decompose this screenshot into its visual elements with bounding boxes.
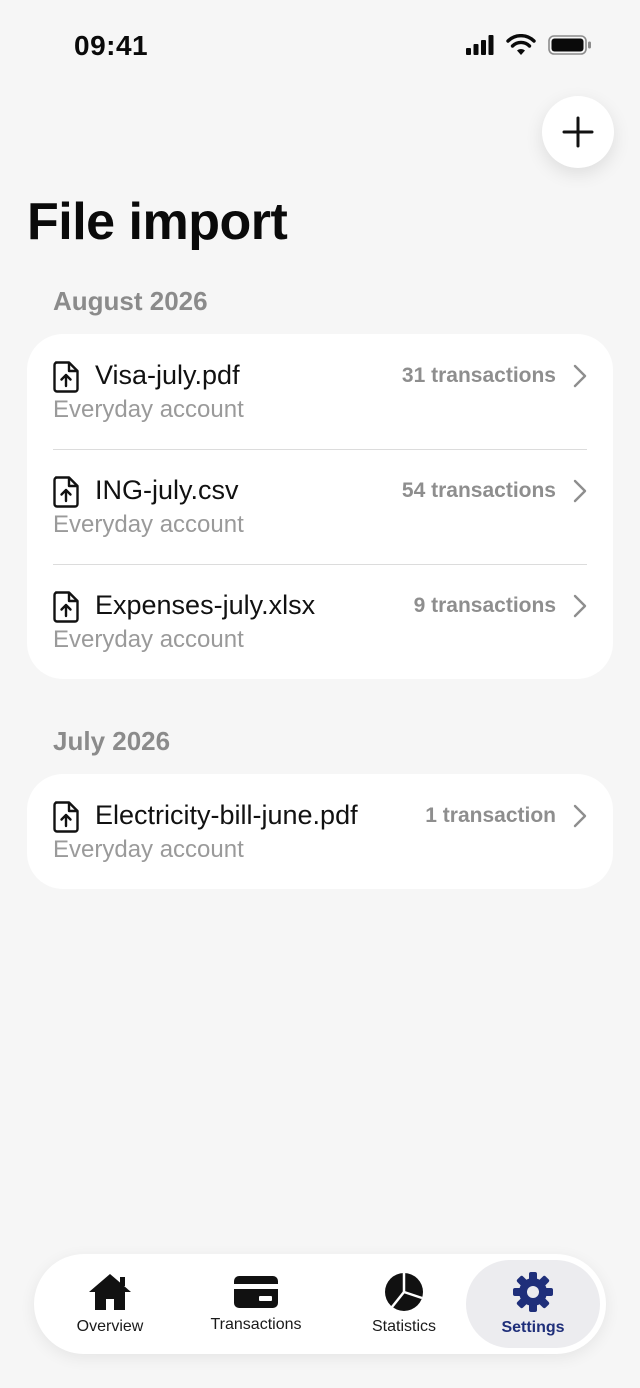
import-row[interactable]: Expenses-july.xlsx Everyday account 9 tr… [27, 564, 613, 679]
chevron-right-icon [573, 479, 587, 503]
chevron-right-icon [573, 804, 587, 828]
pie-chart-icon [385, 1273, 423, 1311]
import-row[interactable]: Electricity-bill-june.pdf Everyday accou… [27, 774, 613, 889]
account-label: Everyday account [53, 396, 244, 423]
status-icons [466, 34, 592, 56]
tab-overview[interactable]: Overview [52, 1260, 168, 1348]
tab-label: Settings [501, 1319, 565, 1336]
transaction-count: 1 transaction [425, 804, 556, 827]
tab-transactions[interactable]: Transactions [194, 1260, 318, 1348]
file-name: Visa-july.pdf [95, 360, 240, 390]
file-upload-icon [53, 591, 79, 623]
chevron-right-icon [573, 364, 587, 388]
tab-label: Overview [76, 1318, 144, 1335]
tab-label: Transactions [210, 1316, 302, 1333]
account-label: Everyday account [53, 626, 244, 653]
tab-statistics[interactable]: Statistics [354, 1260, 454, 1348]
file-name: Electricity-bill-june.pdf [95, 800, 358, 830]
file-name: Expenses-july.xlsx [95, 590, 316, 620]
account-label: Everyday account [53, 511, 244, 538]
page-title: File import [27, 193, 288, 251]
account-label: Everyday account [53, 836, 244, 863]
file-upload-icon [53, 361, 79, 393]
import-list-august: Visa-july.pdf Everyday account 31 transa… [27, 334, 613, 679]
home-icon [89, 1274, 131, 1310]
status-time: 09:41 [74, 30, 149, 61]
import-row[interactable]: Visa-july.pdf Everyday account 31 transa… [27, 334, 613, 449]
tab-label: Statistics [371, 1318, 436, 1335]
chevron-right-icon [573, 594, 587, 618]
add-file-button[interactable] [542, 96, 614, 168]
tab-bar: Overview Transactions Statistics Setting… [34, 1254, 606, 1354]
file-upload-icon [53, 476, 79, 508]
file-upload-icon [53, 801, 79, 833]
wifi-icon [506, 34, 536, 55]
tab-settings[interactable]: Settings [466, 1260, 600, 1348]
section-header-august: August 2026 [53, 286, 208, 316]
file-import-screen: 09:41 File import August 2026 Visa-july.… [0, 0, 640, 1388]
import-list-july: Electricity-bill-june.pdf Everyday accou… [27, 774, 613, 889]
import-row[interactable]: ING-july.csv Everyday account 54 transac… [27, 449, 613, 564]
card-icon [234, 1276, 278, 1308]
cellular-signal-icon [466, 35, 494, 55]
battery-icon [548, 35, 591, 55]
transaction-count: 9 transactions [413, 594, 556, 617]
file-name: ING-july.csv [95, 475, 239, 505]
plus-icon [562, 116, 594, 148]
transaction-count: 31 transactions [401, 364, 556, 387]
transaction-count: 54 transactions [401, 479, 556, 502]
section-header-july: July 2026 [53, 726, 171, 756]
gear-icon [513, 1272, 553, 1312]
